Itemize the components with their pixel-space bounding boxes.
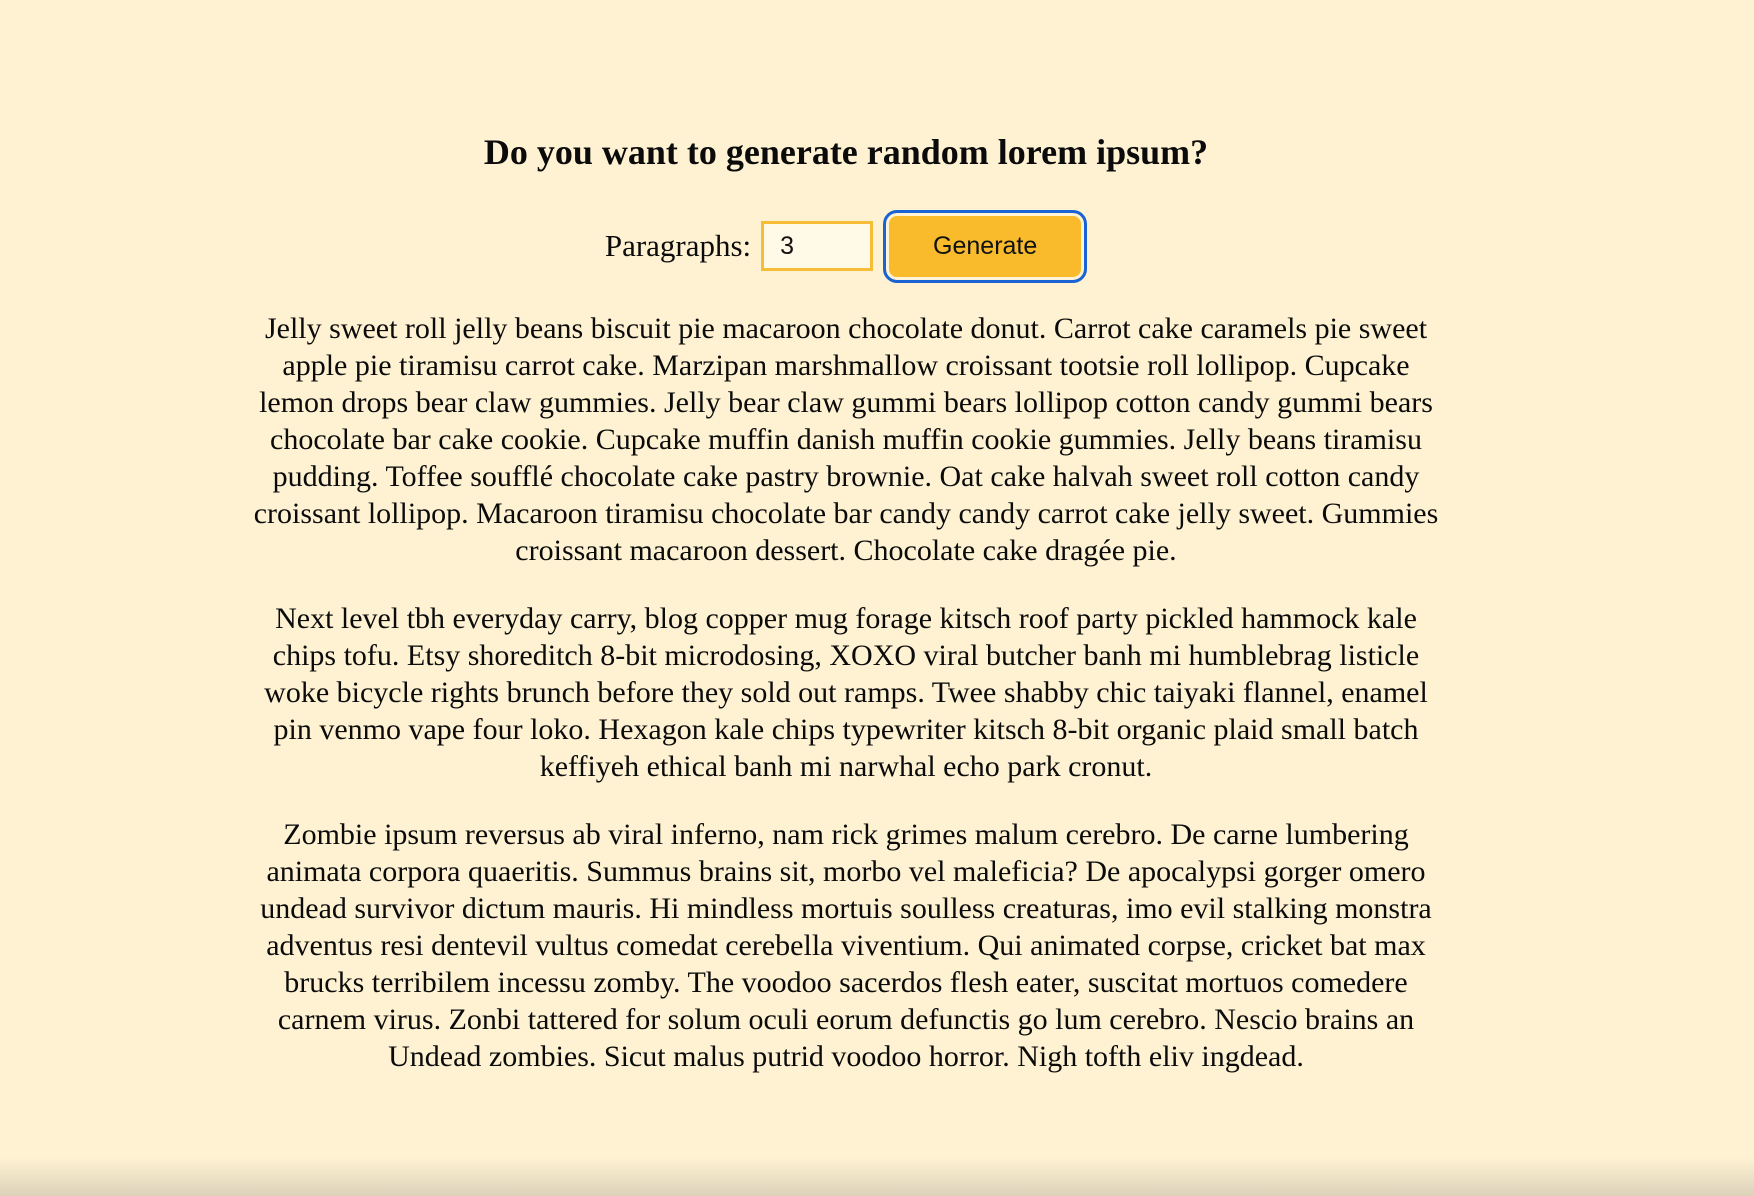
paragraphs-input[interactable] (761, 221, 874, 271)
page-title: Do you want to generate random lorem ips… (483, 132, 1209, 172)
lorem-paragraph-2: Next level tbh everyday carry, blog copp… (264, 602, 1428, 783)
main-content: Do you want to generate random lorem ips… (246, 130, 1446, 1106)
paragraphs-label: Paragraphs: (604, 228, 752, 263)
lorem-paragraph-3: Zombie ipsum reversus ab viral inferno, … (260, 818, 1432, 1073)
generator-form: Paragraphs: Generate (246, 209, 1446, 283)
generate-button[interactable]: Generate (883, 209, 1088, 283)
lorem-paragraph-1: Jelly sweet roll jelly beans biscuit pie… (253, 312, 1439, 567)
lorem-output: Jelly sweet roll jelly beans biscuit pie… (246, 310, 1446, 1075)
bottom-fade (0, 1158, 1754, 1196)
page: Do you want to generate random lorem ips… (0, 0, 1754, 1196)
